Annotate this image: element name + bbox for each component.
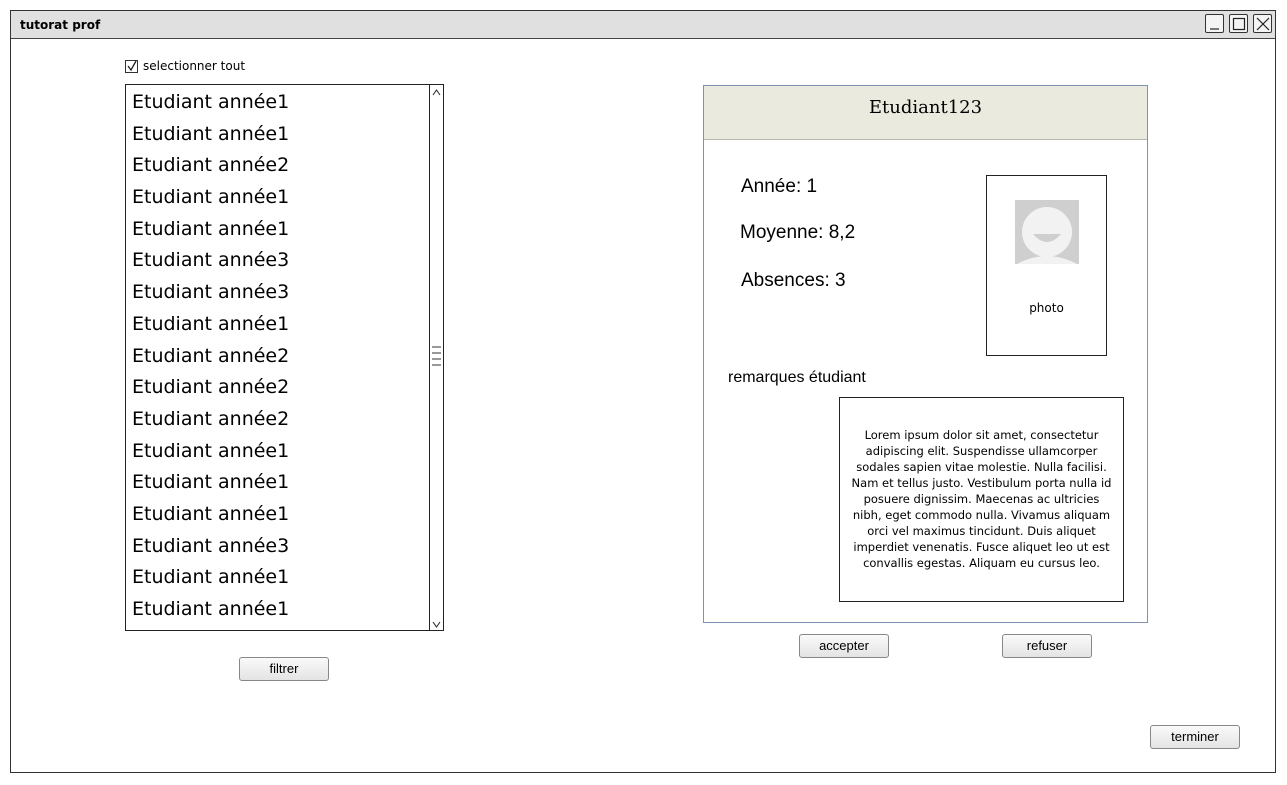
select-all-control[interactable]: selectionner tout [125, 57, 245, 75]
student-list: Etudiant année1 Etudiant année1 Etudiant a… [126, 87, 428, 626]
list-item[interactable]: Etudiant année1 [126, 119, 428, 151]
close-button[interactable] [1253, 14, 1272, 33]
photo-caption: photo [1029, 301, 1064, 315]
list-item[interactable]: Etudiant année1 [126, 562, 428, 594]
list-item[interactable]: Etudiant année1 [126, 467, 428, 499]
vertical-scrollbar[interactable] [429, 85, 443, 630]
list-item[interactable]: Etudiant année2 [126, 150, 428, 182]
select-all-label: selectionner tout [143, 59, 246, 73]
title-bar: tutorat prof [11, 11, 1275, 39]
student-absences: Absences: 3 [741, 270, 846, 291]
list-item[interactable]: Etudiant année2 [126, 404, 428, 436]
minimize-button[interactable] [1205, 14, 1224, 33]
list-item[interactable]: Etudiant année1 [126, 594, 428, 626]
finish-button[interactable]: terminer [1150, 725, 1240, 749]
list-item[interactable]: Etudiant année3 [126, 277, 428, 309]
list-item[interactable]: Etudiant année3 [126, 531, 428, 563]
grip-icon [432, 346, 441, 366]
scroll-down-button[interactable] [430, 616, 443, 630]
scroll-up-button[interactable] [430, 85, 443, 99]
select-all-checkbox[interactable] [125, 59, 138, 73]
minimize-icon [1210, 28, 1219, 30]
list-item[interactable]: Etudiant année3 [126, 245, 428, 277]
chevron-down-icon [432, 621, 441, 628]
photo-frame: photo [986, 175, 1107, 356]
student-average: Moyenne: 8,2 [740, 222, 856, 243]
list-item[interactable]: Etudiant année1 [126, 309, 428, 341]
maximize-icon [1232, 17, 1246, 31]
window-title: tutorat prof [20, 18, 101, 32]
scroll-thumb[interactable] [432, 345, 441, 367]
list-item[interactable]: Etudiant année1 [126, 499, 428, 531]
app-window: tutorat prof selectionner tout Etudiant … [10, 10, 1276, 773]
list-item[interactable]: Etudiant année1 [126, 87, 428, 119]
list-item[interactable]: Etudiant année1 [126, 436, 428, 468]
user-placeholder-icon [1015, 200, 1079, 264]
maximize-button[interactable] [1229, 14, 1248, 33]
panel-header: Etudiant123 [704, 86, 1147, 140]
checkmark-icon [127, 60, 137, 71]
student-detail-panel: Etudiant123 Année: 1 Moyenne: 8,2 Absenc… [703, 85, 1148, 623]
filter-button[interactable]: filtrer [239, 657, 329, 681]
remarks-label: remarques étudiant [728, 369, 866, 386]
accept-button[interactable]: accepter [799, 634, 889, 658]
refuse-button[interactable]: refuser [1002, 634, 1092, 658]
list-item[interactable]: Etudiant année2 [126, 341, 428, 373]
avatar [1015, 200, 1079, 264]
list-item[interactable]: Etudiant année1 [126, 214, 428, 246]
list-item[interactable]: Etudiant année1 [126, 182, 428, 214]
remarks-textarea[interactable]: Lorem ipsum dolor sit amet, consectetur … [839, 397, 1124, 602]
student-name: Etudiant123 [868, 97, 983, 118]
list-item[interactable]: Etudiant année2 [126, 372, 428, 404]
student-year: Année: 1 [741, 176, 818, 197]
student-listbox[interactable]: Etudiant année1 Etudiant année1 Etudiant a… [125, 84, 444, 631]
close-icon [1256, 17, 1270, 31]
chevron-up-icon [432, 89, 441, 96]
remarks-text: Lorem ipsum dolor sit amet, consectetur … [851, 428, 1112, 570]
